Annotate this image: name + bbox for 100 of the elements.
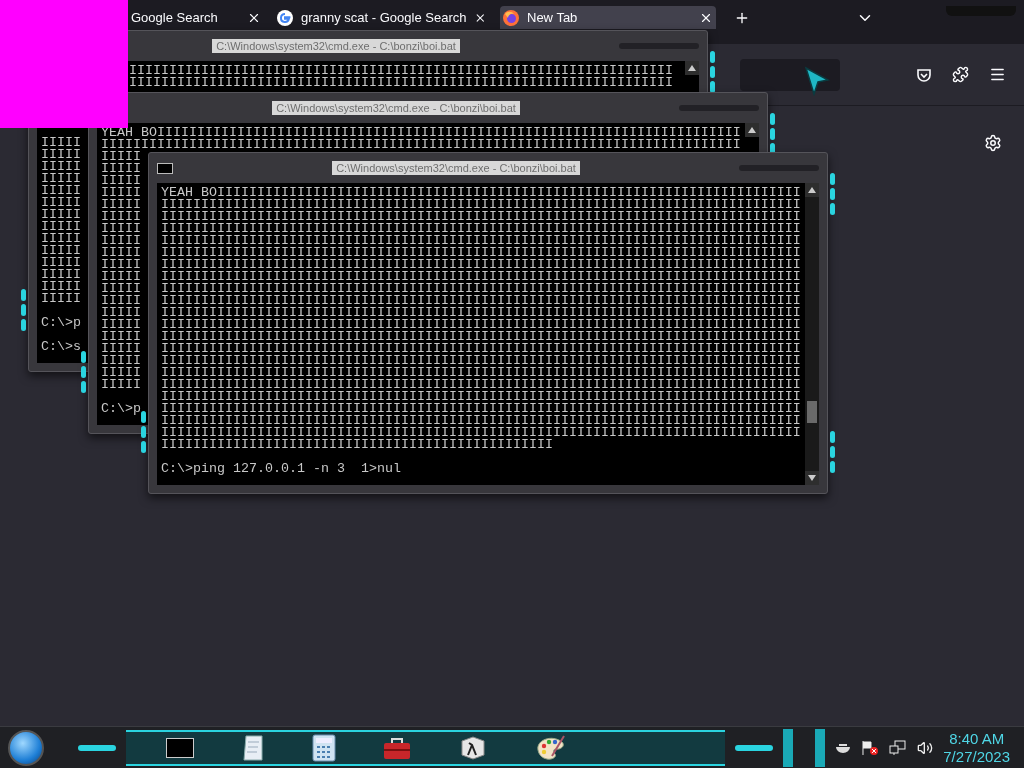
- console-line: IIIII: [101, 367, 141, 379]
- indicator-light: [770, 128, 775, 140]
- console-line: IIIIIIIIIIIIIIIIIIIIIIIIIIIIIIIIIIIIIIIIIIIIIIIIIIIIIIIIIIIIIIIIIIIIIIIIIIIIIIII: [161, 391, 801, 403]
- console-line: IIIII: [101, 343, 141, 355]
- indicator-light: [830, 188, 835, 200]
- address-field[interactable]: [740, 58, 840, 91]
- console-icon: [157, 162, 173, 174]
- console-line: IIIII: [41, 233, 81, 245]
- console-line: IIIIIIIIIIIIIIIIIIIIIIIIIIIIIIIIIIIIIIIIIIIIIIIIIIIIIIIIIIIIIIIIIIIIIIIIIIIIIIII: [161, 415, 801, 427]
- console-line: IIIII: [41, 161, 81, 173]
- tab-title: Google Search: [131, 8, 219, 27]
- console-line: IIIIIIIIIIIIIIIIIIIIIIIIIIIIIIIIIIIIIIIIIIIIIIIIIIIIIIIIIIIIIIIIIIII: [129, 65, 673, 77]
- indicator-light: [81, 366, 86, 378]
- scroll-up-icon[interactable]: [685, 61, 699, 75]
- scrollbar[interactable]: [805, 183, 819, 485]
- console-line: IIIII: [101, 355, 141, 367]
- command-prompt: C:\>p: [101, 403, 141, 415]
- console-line: IIIIIIIIIIIIIIIIIIIIIIIIIIIIIIIIIIIIIIIIIIIIIIIIIIIIIIIIIIIIIIIIIIIIIIIIIIIIIIII: [161, 403, 801, 415]
- indicator-light: [830, 203, 835, 215]
- indicator-light: [735, 744, 774, 751]
- indicator-light: [710, 66, 715, 78]
- console-line: IIIIIIIIIIIIIIIIIIIIIIIIIIIIIIIIIIIIIIIIIIIIIIIIIIIIIIIIIIIIIIIIIIIIIIIIIIIIIIII: [161, 271, 801, 283]
- console-line: IIIIIIIIIIIIIIIIIIIIIIIIIIIIIIIIIIIIIIIIIIIIIIIIIIIIIIIIIIIIIIIIIIIIIIIIIIIIIIII: [161, 223, 801, 235]
- window-title: C:\Windows\system32\cmd.exe - C:\bonzi\boi.bat: [332, 161, 580, 175]
- indicator-light: [710, 51, 715, 63]
- browser-tab[interactable]: Google Search: [128, 6, 264, 29]
- console-line: IIIII: [101, 379, 141, 391]
- clock-date: 7/27/2023: [943, 747, 1010, 766]
- google-icon: [277, 9, 293, 26]
- console-line: IIIII: [101, 187, 141, 199]
- console-line: IIIII: [101, 151, 141, 163]
- indicator-light: [141, 426, 146, 438]
- indicator-light: [141, 441, 146, 453]
- clock-time: 8:40 AM: [949, 729, 1005, 748]
- indicator-light: [830, 173, 835, 185]
- console-line: IIIIIIIIIIIIIIIIIIIIIIIIIIIIIIIIIIIIIIIIIIIIIIIIIIIIIIIIIIIIIIIIIIIIIIIIIIIIIIII: [161, 427, 801, 439]
- indicator-light: [81, 381, 86, 393]
- console-line: IIIIIIIIIIIIIIIIIIIIIIIIIIIIIIIIIIIIIIIIIIIIIIIIIIIIIIIIIIIIIIIIIIIIIIIIIIIIIIII: [161, 199, 801, 211]
- settings-icon[interactable]: [984, 134, 1002, 152]
- tab-title: New Tab: [527, 8, 579, 27]
- menu-icon[interactable]: [989, 66, 1006, 83]
- browser-logo-icon: [503, 9, 519, 26]
- console-line: IIIIIIIIIIIIIIIIIIIIIIIIIIIIIIIIIIIIIIIIIIIIIIIIIIIIIIIIIIIIIIIIIIIIIIIIIIIIIIII: [161, 247, 801, 259]
- indicator-light: [21, 289, 26, 301]
- console-line: IIIII: [41, 173, 81, 185]
- console-line: IIIII: [101, 163, 141, 175]
- console-line: YEAH BOIIIIIIIIIIIIIIIIIIIIIIIIIIIIIIIIIIIIIIIIIIIIIIIIIIIIIIIIIIIIIIIIIIIIIIIII: [161, 187, 801, 199]
- command-prompt: C:\>p: [41, 317, 81, 329]
- console-line: IIIII: [101, 331, 141, 343]
- console-line: IIIII: [101, 235, 141, 247]
- indicator-light: [21, 319, 26, 331]
- indicator-light: [830, 446, 835, 458]
- volume-icon[interactable]: [917, 739, 934, 756]
- calculator-icon[interactable]: [311, 733, 336, 762]
- console-line: IIIIIIIIIIIIIIIIIIIIIIIIIIIIIIIIIIIIIIIIIIIIIIIIIIIIIIIIIIIIIIIIIIIIIIIIIIIIIIII: [161, 367, 801, 379]
- console-line: IIIII: [41, 221, 81, 233]
- console-line: IIIII: [101, 271, 141, 283]
- console-line: IIIII: [101, 295, 141, 307]
- console-line: IIIIIIIIIIIIIIIIIIIIIIIIIIIIIIIIIIIIIIIIIIIIIIIIIIIIIIIIIIIIIIIIIIIIIIIIIIIIIIII: [161, 331, 801, 343]
- console-line: IIIIIIIIIIIIIIIIIIIIIIIIIIIIIIIIIIIIIIIIIIIIIIIIIIIIIIIIIIIIIIIIIIIIIIIIIIIIIIII: [161, 283, 801, 295]
- console-line: IIIII: [41, 269, 81, 281]
- extensions-icon[interactable]: [952, 66, 969, 83]
- console-line: IIIII: [101, 283, 141, 295]
- console-line: IIIII: [41, 149, 81, 161]
- console-line: IIIII: [41, 293, 81, 305]
- console-line: IIIIIIIIIIIIIIIIIIIIIIIIIIIIIIIIIIIIIIIIIIIIIIIIIIIIIIIIIIIIIIIIIIII: [129, 77, 673, 89]
- network-icon[interactable]: [889, 739, 908, 756]
- console-line: IIIIIIIIIIIIIIIIIIIIIIIIIIIIIIIIIIIIIIIIIIIIIIIIIIIIIIIIIIIIIIIIIIIIIIIIIIIIIIII: [101, 139, 741, 151]
- indicator-light: [81, 351, 86, 363]
- console-line: IIIII: [101, 319, 141, 331]
- console-line: IIIII: [101, 211, 141, 223]
- console-line: IIIIIIIIIIIIIIIIIIIIIIIIIIIIIIIIIIIIIIIIIIIIIIIIIIIIIIIIIIIIIIIIIIIIIIIIIIIIIIII: [161, 355, 801, 367]
- console-line: IIIII: [41, 245, 81, 257]
- console-line: IIIII: [41, 137, 81, 149]
- console-line: IIIII: [101, 247, 141, 259]
- pocket-icon[interactable]: [916, 66, 932, 83]
- browser-tab[interactable]: granny scat - Google Search: [274, 6, 490, 29]
- new-tab-icon[interactable]: [734, 10, 750, 26]
- console-line: IIIII: [101, 223, 141, 235]
- scroll-up-icon[interactable]: [745, 123, 759, 137]
- indicator-light: [770, 113, 775, 125]
- command-prompt: C:\>ping 127.0.0.1 -n 3 1>nul: [161, 463, 401, 475]
- console-line: IIIIIIIIIIIIIIIIIIIIIIIIIIIIIIIIIIIIIIIIIIIIIIIIIIIIIIIIIIIIIIIIIIIIIIIIIIIIIIII: [161, 235, 801, 247]
- console-line: IIIII: [41, 281, 81, 293]
- console-line: IIIIIIIIIIIIIIIIIIIIIIIIIIIIIIIIIIIIIIIIIIIIIIIIIIIIIIIIIIIIIIIIIIIIIIIIIIIIIIII: [161, 259, 801, 271]
- browser-tab[interactable]: New Tab: [500, 6, 716, 29]
- window-title: C:\Windows\system32\cmd.exe - C:\bonzi\boi.bat: [272, 101, 520, 115]
- console-icon[interactable]: [165, 737, 194, 758]
- indicator-light: [830, 431, 835, 443]
- indicator-light: [21, 304, 26, 316]
- console-line: IIIII: [41, 197, 81, 209]
- scroll-down-icon[interactable]: [805, 471, 819, 485]
- indicator-light: [815, 728, 826, 767]
- console-line: IIIIIIIIIIIIIIIIIIIIIIIIIIIIIIIIIIIIIIIIIIIIIIIIIIIIIIIIIIIIIIIIIIIIIIIIIIIIIIII: [161, 211, 801, 223]
- command-prompt: C:\>s: [41, 341, 81, 353]
- scroll-up-icon[interactable]: [805, 183, 819, 197]
- scroll-thumb[interactable]: [807, 401, 817, 423]
- flag-icon[interactable]: [861, 739, 880, 756]
- console-line: IIIIIIIIIIIIIIIIIIIIIIIIIIIIIIIIIIIIIIIIIIIIIIIIIIIIIIIIIIIIIIIIIIIIIIIIIIIIIIII: [161, 319, 801, 331]
- start-button[interactable]: [8, 729, 44, 766]
